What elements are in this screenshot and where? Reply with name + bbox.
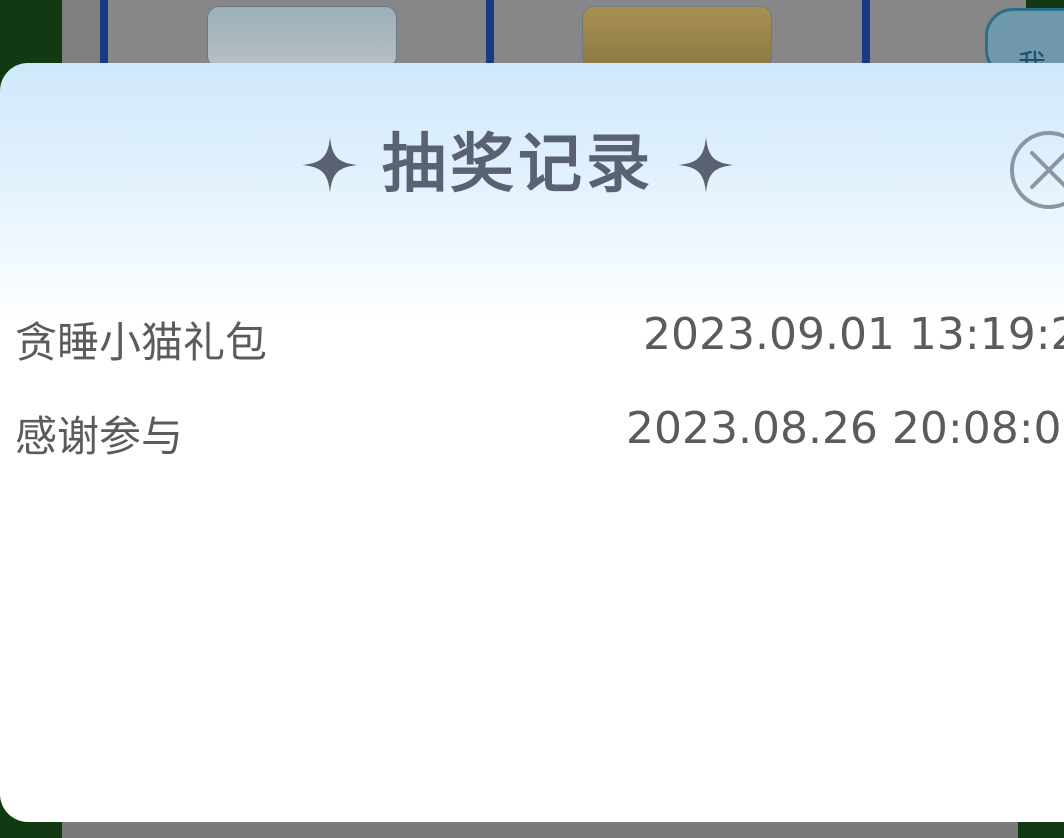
close-icon: [1030, 151, 1064, 189]
lottery-record-dialog: 抽奖记录 贪睡小猫礼包 2023.09.01 13:19:27 感谢参与 202…: [0, 63, 1064, 822]
record-prize-name: 感谢参与: [15, 412, 184, 461]
four-point-star-icon: [302, 137, 358, 193]
screen: 我 抽奖记录 贪睡小猫礼包 2023.09.01 13:19:27: [0, 0, 1064, 838]
record-row: 贪睡小猫礼包 2023.09.01 13:19:27: [0, 293, 1064, 387]
record-timestamp: 2023.08.26 20:08:05: [626, 403, 1064, 454]
background-bottom-edge: [62, 822, 1018, 838]
dialog-header: 抽奖记录: [300, 125, 736, 205]
record-prize-name: 贪睡小猫礼包: [15, 318, 268, 367]
dialog-title: 抽奖记录: [382, 128, 654, 202]
record-timestamp: 2023.09.01 13:19:27: [643, 309, 1064, 360]
record-row: 感谢参与 2023.08.26 20:08:05: [0, 387, 1064, 481]
background-prize-image: [207, 6, 397, 68]
close-button[interactable]: [1010, 131, 1064, 209]
record-list: 贪睡小猫礼包 2023.09.01 13:19:27 感谢参与 2023.08.…: [0, 293, 1064, 481]
background-prize-image: [582, 6, 772, 68]
four-point-star-icon: [678, 137, 734, 193]
